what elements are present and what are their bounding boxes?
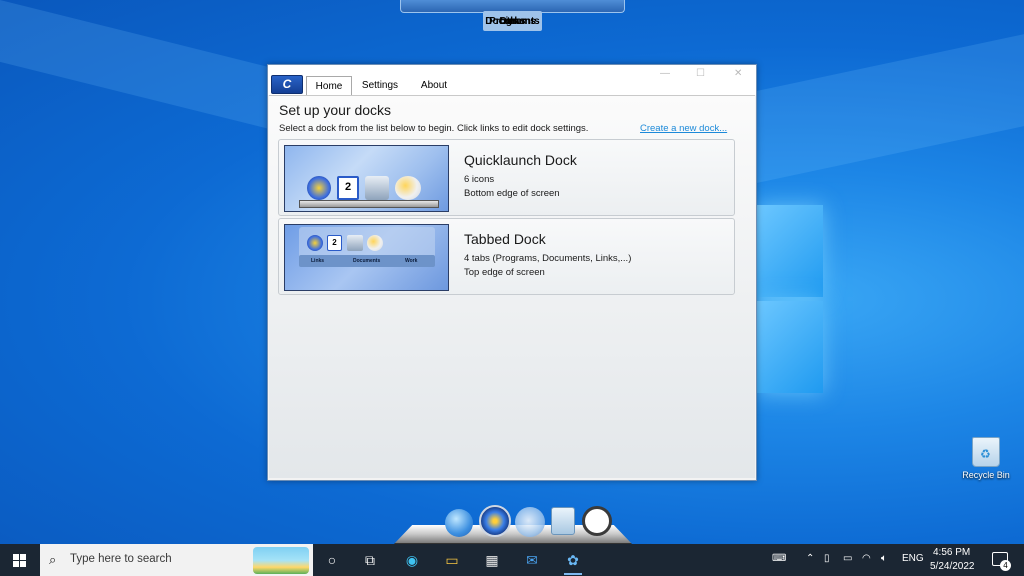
page-title: Set up your docks xyxy=(279,102,392,118)
calendar-icon: 2 xyxy=(327,235,342,251)
clock-time[interactable]: 4:56 PM xyxy=(933,547,970,558)
mail-icon[interactable]: ✉ xyxy=(522,550,542,570)
recycle-bin-label: Recycle Bin xyxy=(962,470,1010,480)
thumb-tab-links: Links xyxy=(311,258,325,264)
thumb-tab-work: Work xyxy=(405,258,418,264)
dock-position: Top edge of screen xyxy=(464,267,545,278)
search-input[interactable]: Type here to search xyxy=(70,553,172,565)
windows-wallpaper-logo xyxy=(757,205,827,395)
calendar-icon: 2 xyxy=(337,176,359,200)
tab-settings[interactable]: Settings xyxy=(358,76,402,96)
dock-settings-window: C Home Settings About — ☐ ✕ Set up your … xyxy=(267,64,757,481)
documents-icon xyxy=(347,235,363,251)
tab-home[interactable]: Home xyxy=(306,76,352,96)
documents-icon xyxy=(365,176,389,200)
taskbar: ⌕ Type here to search ○ ⧉ ◉ ▭ ▦ ✉ ✿ ⌨ ⌃ … xyxy=(0,544,1024,576)
clock-icon[interactable] xyxy=(582,506,612,536)
maximize-icon[interactable]: ☐ xyxy=(696,68,705,79)
weather-icon xyxy=(367,235,383,251)
app-logo[interactable]: C xyxy=(271,75,303,94)
dock-card-tabbed[interactable]: 2 Links Documents Work Tabbed Dock 4 tab… xyxy=(278,218,735,295)
dock-card-quicklaunch[interactable]: 2 Quicklaunch Dock 6 icons Bottom edge o… xyxy=(278,139,735,216)
battery-icon[interactable]: ▭ xyxy=(843,553,852,564)
start-button[interactable] xyxy=(0,544,40,576)
clock-date[interactable]: 5/24/2022 xyxy=(930,561,975,572)
thumb-tab-documents: Documents xyxy=(353,258,381,264)
dock-tab-count: 4 tabs (Programs, Documents, Links,...) xyxy=(464,253,632,264)
windows-icon xyxy=(13,554,19,560)
close-icon[interactable]: ✕ xyxy=(734,68,742,79)
top-dock-tab-other[interactable]: Other xyxy=(493,11,532,31)
recycle-bin-icon: ♻ xyxy=(972,437,1000,467)
task-view-icon[interactable]: ⧉ xyxy=(360,550,380,570)
quicklaunch-dock-thumbnail: 2 xyxy=(284,145,449,212)
search-highlight-art xyxy=(253,547,309,574)
chevron-up-icon[interactable]: ⌃ xyxy=(806,553,814,564)
windows-orb-icon xyxy=(307,235,323,251)
globe-icon[interactable] xyxy=(445,509,473,537)
microsoft-store-icon[interactable]: ▦ xyxy=(482,550,502,570)
dock-name: Tabbed Dock xyxy=(464,231,546,247)
file-explorer-icon[interactable]: ▭ xyxy=(442,550,462,570)
wifi-icon[interactable]: ◠ xyxy=(862,553,871,564)
thumb-shelf xyxy=(299,200,439,208)
keyboard-icon[interactable]: ⌨ xyxy=(772,553,786,564)
volume-icon[interactable]: 🔈︎ xyxy=(881,553,887,564)
language-indicator[interactable]: ENG xyxy=(902,553,924,564)
device-icon[interactable]: ▯ xyxy=(824,553,830,564)
notification-count-badge: 4 xyxy=(1000,560,1011,571)
tabbed-dock-thumbnail: 2 Links Documents Work xyxy=(284,224,449,291)
weather-icon xyxy=(395,176,421,200)
recycle-bin-icon[interactable] xyxy=(551,507,575,535)
home-panel: Set up your docks Select a dock from the… xyxy=(269,95,755,478)
tab-about[interactable]: About xyxy=(414,76,454,96)
search-box[interactable]: ⌕ Type here to search xyxy=(40,544,313,576)
weather-icon[interactable] xyxy=(515,507,545,537)
recycle-bin-desktop-icon[interactable]: ♻ Recycle Bin xyxy=(958,437,1014,480)
title-bar: C Home Settings About — ☐ ✕ xyxy=(268,65,756,96)
top-tabbed-dock: Programs Documents Links Other xyxy=(400,0,625,31)
search-icon: ⌕ xyxy=(49,552,57,567)
dock-name: Quicklaunch Dock xyxy=(464,152,577,168)
create-new-dock-link[interactable]: Create a new dock... xyxy=(640,123,727,134)
bottom-quicklaunch-dock xyxy=(393,503,633,545)
page-subtitle: Select a dock from the list below to beg… xyxy=(279,123,589,134)
edge-icon[interactable]: ◉ xyxy=(402,550,422,570)
active-app-indicator xyxy=(564,573,582,575)
dock-position: Bottom edge of screen xyxy=(464,188,560,199)
windows-orb-icon xyxy=(307,176,331,200)
cortana-icon[interactable]: ○ xyxy=(322,550,342,570)
windows-orb-icon[interactable] xyxy=(479,505,511,537)
minimize-icon[interactable]: — xyxy=(660,68,670,79)
dock-icon-count: 6 icons xyxy=(464,174,495,185)
dock-app-icon[interactable]: ✿ xyxy=(563,550,583,570)
